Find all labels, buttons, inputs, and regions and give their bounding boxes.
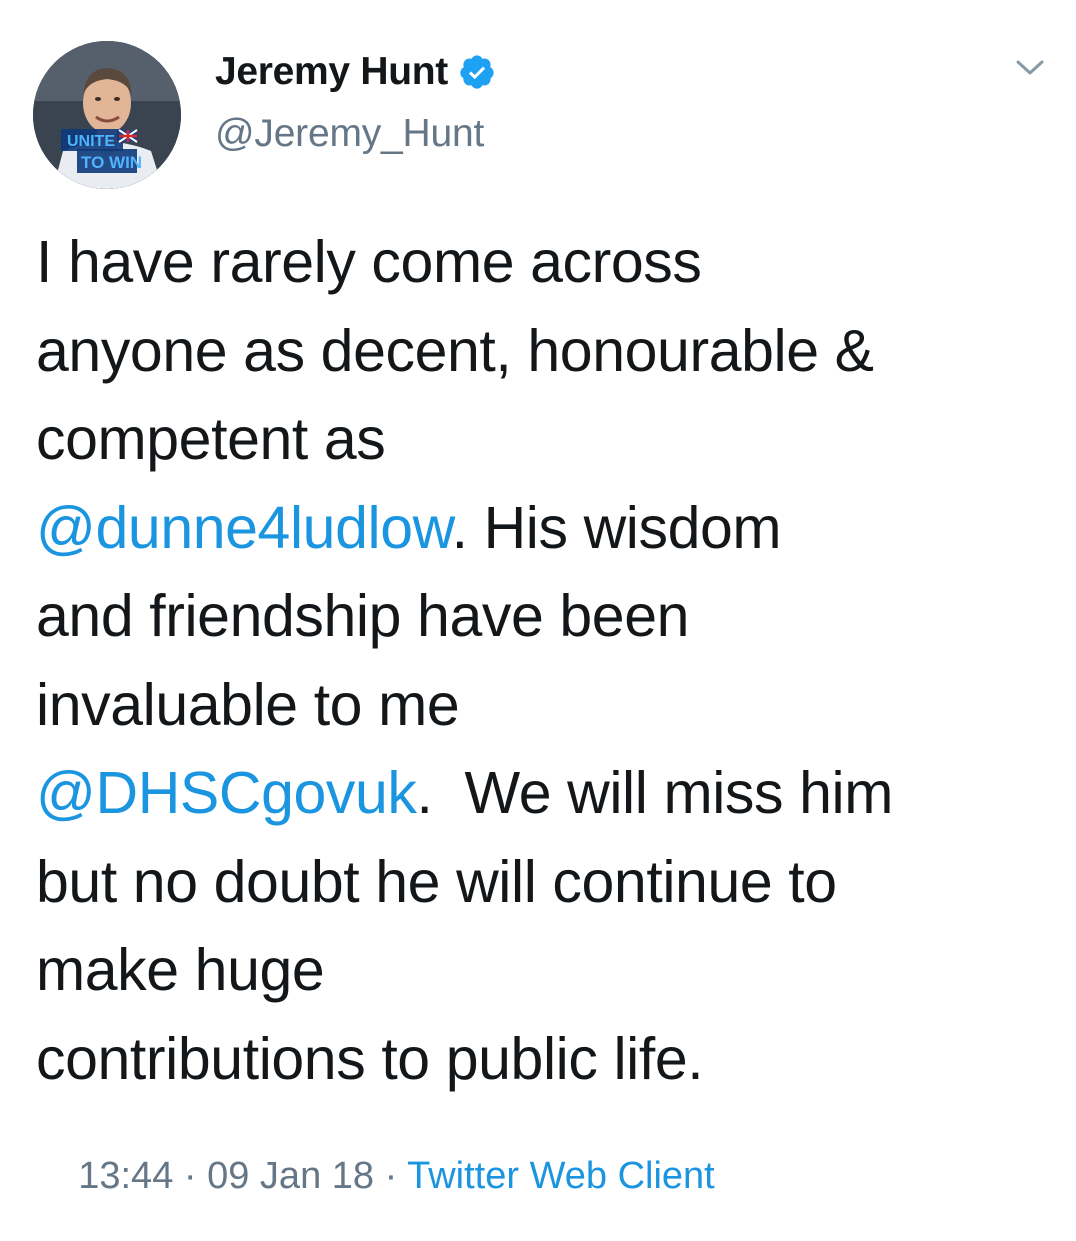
author-display-name[interactable]: Jeremy Hunt bbox=[215, 50, 448, 94]
tweet-date[interactable]: 09 Jan 18 bbox=[207, 1155, 374, 1197]
avatar-badge-text-2: TO WIN bbox=[81, 153, 142, 172]
tweet-text-segment: . We will miss him bbox=[416, 760, 894, 826]
tweet-text-segment: I have rarely come across bbox=[36, 229, 702, 295]
tweet-text-segment: contributions to public life. bbox=[36, 1025, 704, 1092]
mention-link[interactable]: @DHSCgovuk bbox=[36, 760, 417, 826]
tweet-text-segment: but no doubt he will continue to bbox=[36, 848, 837, 915]
meta-separator: · bbox=[374, 1155, 408, 1197]
avatar-photo: UNITE TO WIN bbox=[33, 41, 181, 189]
chevron-down-icon[interactable] bbox=[1010, 52, 1050, 82]
author-name-row[interactable]: Jeremy Hunt bbox=[215, 44, 496, 100]
tweet-text: I have rarely come across anyone as decen… bbox=[36, 218, 1056, 1103]
tweet-text-line: make huge bbox=[36, 926, 1056, 1015]
tweet-text-line: but no doubt he will continue to bbox=[36, 838, 1056, 927]
tweet-client-link[interactable]: Twitter Web Client bbox=[407, 1155, 715, 1197]
tweet-meta: 13:44 · 09 Jan 18 · Twitter Web Client bbox=[36, 1112, 715, 1241]
tweet-text-segment: anyone as decent, honourable & bbox=[36, 317, 874, 384]
tweet-card: UNITE TO WIN Jeremy Hunt @Jeremy_Hunt I … bbox=[0, 0, 1076, 1200]
tweet-text-line: competent as bbox=[36, 395, 1056, 484]
tweet-text-line: @DHSCgovuk. We will miss him bbox=[36, 749, 1056, 838]
tweet-text-line: I have rarely come across bbox=[36, 218, 1056, 307]
meta-separator: · bbox=[173, 1155, 208, 1197]
mention-link[interactable]: @dunne4ludlow bbox=[36, 495, 452, 561]
tweet-text-segment: competent as bbox=[36, 406, 386, 472]
author-handle[interactable]: @Jeremy_Hunt bbox=[215, 112, 484, 156]
tweet-text-segment: invaluable to me bbox=[36, 671, 460, 738]
verified-badge-icon bbox=[458, 53, 496, 91]
tweet-text-segment: make huge bbox=[36, 937, 325, 1003]
tweet-text-segment: and friendship have been bbox=[36, 583, 690, 649]
tweet-text-line: anyone as decent, honourable & bbox=[36, 307, 1056, 396]
avatar-badge-text-1: UNITE bbox=[67, 133, 115, 150]
tweet-time[interactable]: 13:44 bbox=[78, 1155, 173, 1197]
tweet-text-line: @dunne4ludlow. His wisdom bbox=[36, 484, 1056, 573]
tweet-text-line: invaluable to me bbox=[36, 661, 1056, 750]
avatar[interactable]: UNITE TO WIN bbox=[33, 41, 181, 189]
tweet-text-segment: . His wisdom bbox=[451, 494, 782, 561]
tweet-text-line: and friendship have been bbox=[36, 572, 1056, 661]
tweet-text-line: contributions to public life. bbox=[36, 1015, 1056, 1104]
